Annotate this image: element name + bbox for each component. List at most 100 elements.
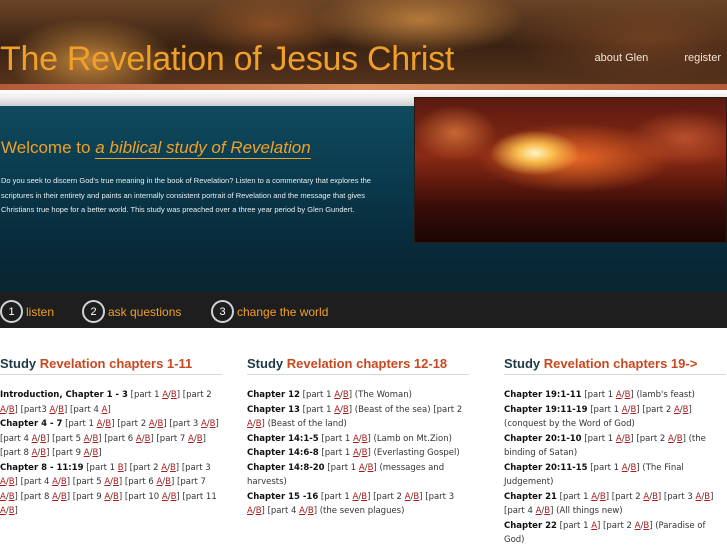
audio-link-b[interactable]: B [197,434,203,444]
audio-link-b[interactable]: B [113,477,119,487]
part-label: part 1 [324,491,350,502]
audio-link-b[interactable]: B [40,434,46,444]
audio-link-a[interactable]: A [622,405,628,415]
audio-link-a[interactable]: A [674,405,680,415]
audio-link-b[interactable]: B [145,434,151,444]
chapter-entry: Chapter 14:1-5 [part 1 A/B] (Lamb on Mt.… [247,433,452,444]
audio-link-b[interactable]: B [40,448,46,458]
audio-link-a[interactable]: A [622,463,628,473]
audio-link-b[interactable]: B [361,492,367,502]
audio-link-a[interactable]: A [52,492,58,502]
audio-link-a[interactable]: A [353,434,359,444]
audio-link-a[interactable]: A [359,463,365,473]
audio-link-b[interactable]: B [677,434,683,444]
audio-link-b[interactable]: B [118,463,124,473]
audio-link-b[interactable]: B [92,434,98,444]
audio-link-a[interactable]: A [84,448,90,458]
audio-link-a[interactable]: A [102,405,108,415]
nav-register[interactable]: register [684,52,721,64]
part-label: part 7 [159,433,186,444]
audio-link-a[interactable]: A [97,419,103,429]
audio-link-a[interactable]: A [84,434,90,444]
audio-link-a[interactable]: A [0,477,6,487]
audio-link-b[interactable]: B [58,405,64,415]
audio-link-a[interactable]: A [353,448,359,458]
audio-link-a[interactable]: A [32,434,38,444]
audio-link-b[interactable]: B [113,492,119,502]
audio-link-b[interactable]: B [343,390,349,400]
step-ask-questions[interactable]: 2 ask questions [82,300,181,323]
audio-link-a[interactable]: A [104,492,110,502]
audio-link-b[interactable]: B [9,477,15,487]
audio-link-b[interactable]: B [308,506,314,516]
audio-link-b[interactable]: B [600,492,606,502]
chapter-entry: Chapter 22 [part 1 A] [part 2 A/B] (Para… [504,520,706,545]
audio-link-b[interactable]: B [171,492,177,502]
audio-link-b[interactable]: B [105,419,111,429]
audio-link-a[interactable]: A [635,521,641,531]
audio-link-a[interactable]: A [299,506,305,516]
audio-link-b[interactable]: B [165,477,171,487]
audio-link-b[interactable]: B [9,492,15,502]
audio-link-a[interactable]: A [136,434,142,444]
audio-link-a[interactable]: A [49,405,55,415]
audio-link-b[interactable]: B [158,419,164,429]
audio-link-b[interactable]: B [652,492,658,502]
audio-link-a[interactable]: A [247,419,253,429]
audio-link-b[interactable]: B [9,405,15,415]
audio-link-b[interactable]: B [631,463,637,473]
audio-link-a[interactable]: A [643,492,649,502]
audio-link-b[interactable]: B [625,434,631,444]
audio-link-a[interactable]: A [334,390,340,400]
audio-link-b[interactable]: B [170,463,176,473]
audio-link-b[interactable]: B [683,405,689,415]
audio-link-b[interactable]: B [625,390,631,400]
audio-link-a[interactable]: A [591,492,597,502]
audio-link-b[interactable]: B [362,448,368,458]
audio-link-a[interactable]: A [32,448,38,458]
audio-link-b[interactable]: B [631,405,637,415]
audio-link-b[interactable]: B [368,463,374,473]
audio-link-a[interactable]: A [668,434,674,444]
audio-link-a[interactable]: A [405,492,411,502]
audio-link-a[interactable]: A [52,477,58,487]
audio-link-a[interactable]: A [0,506,6,516]
audio-link-a[interactable]: A [616,434,622,444]
site-title[interactable]: The Revelation of Jesus Christ [0,40,454,79]
audio-link-a[interactable]: A [696,492,702,502]
audio-link-a[interactable]: A [334,405,340,415]
audio-link-a[interactable]: A [0,492,6,502]
audio-link-b[interactable]: B [9,506,15,516]
audio-link-b[interactable]: B [256,419,262,429]
audio-link-b[interactable]: B [210,419,216,429]
audio-link-a[interactable]: A [0,405,6,415]
audio-link-a[interactable]: A [591,521,597,531]
audio-link-a[interactable]: A [201,419,207,429]
audio-link-b[interactable]: B [544,506,550,516]
step-listen[interactable]: 1 listen [0,300,54,323]
audio-link-a[interactable]: A [247,506,253,516]
audio-link-a[interactable]: A [162,492,168,502]
audio-link-b[interactable]: B [256,506,262,516]
audio-link-b[interactable]: B [171,390,177,400]
audio-link-a[interactable]: A [616,390,622,400]
audio-link-b[interactable]: B [61,477,67,487]
audio-link-b[interactable]: B [413,492,419,502]
audio-link-a[interactable]: A [104,477,110,487]
audio-link-a[interactable]: A [162,390,168,400]
audio-link-a[interactable]: A [536,506,542,516]
audio-link-a[interactable]: A [188,434,194,444]
step-change-the-world[interactable]: 3 change the world [211,300,328,323]
audio-link-b[interactable]: B [61,492,67,502]
nav-about-glen[interactable]: about Glen [594,52,648,64]
audio-link-b[interactable]: B [643,521,649,531]
audio-link-b[interactable]: B [704,492,710,502]
audio-link-a[interactable]: A [149,419,155,429]
audio-link-a[interactable]: A [353,492,359,502]
audio-link-b[interactable]: B [362,434,368,444]
audio-link-b[interactable]: B [92,448,98,458]
audio-link-a[interactable]: A [156,477,162,487]
audio-link-b[interactable]: B [343,405,349,415]
audio-link-a[interactable]: A [161,463,167,473]
chapter-entry: Chapter 15 -16 [part 1 A/B] [part 2 A/B]… [247,491,455,517]
